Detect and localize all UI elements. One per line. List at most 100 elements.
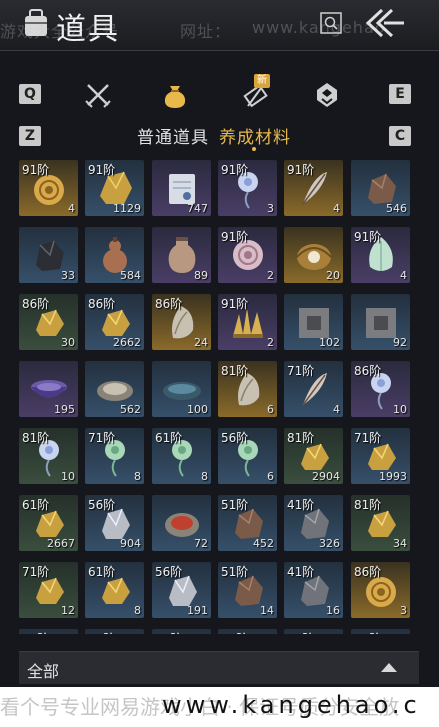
key-hint-e[interactable]: E — [389, 84, 411, 104]
item-count: 584 — [120, 269, 141, 282]
item-slot[interactable]: 61阶 8 — [152, 428, 211, 484]
pouch-icon[interactable] — [160, 80, 190, 110]
item-tier: 91阶 — [287, 163, 315, 177]
item-slot[interactable]: 81阶 — [19, 629, 78, 634]
item-count: 326 — [319, 537, 340, 550]
key-hint-c[interactable]: C — [389, 126, 411, 146]
item-tier: 56阶 — [155, 565, 183, 579]
item-slot[interactable]: 86阶 3 — [351, 562, 410, 618]
item-count: 8 — [134, 604, 141, 617]
search-icon[interactable] — [320, 12, 342, 34]
item-slot[interactable]: 61阶 8 — [85, 562, 144, 618]
item-tier: 71阶 — [354, 431, 382, 445]
item-count: 6 — [267, 470, 274, 483]
item-slot[interactable]: 86阶 — [218, 629, 277, 634]
item-count: 4 — [333, 403, 340, 416]
item-slot[interactable]: 91阶 1129 — [85, 160, 144, 216]
back-icon[interactable] — [362, 6, 406, 40]
item-count: 10 — [61, 470, 75, 483]
tab-cultivation-materials[interactable]: 养成材料 — [219, 123, 291, 148]
item-slot[interactable]: 81阶 10 — [19, 428, 78, 484]
item-slot[interactable]: 61阶 — [152, 629, 211, 634]
item-slot[interactable]: 100 — [152, 361, 211, 417]
item-tier: 56阶 — [88, 498, 116, 512]
item-slot[interactable]: 56阶 904 — [85, 495, 144, 551]
item-slot[interactable]: 91阶 4 — [351, 227, 410, 283]
item-slot[interactable]: 91阶 2 — [218, 227, 277, 283]
item-count: 904 — [120, 537, 141, 550]
key-hint-z[interactable]: Z — [19, 126, 41, 146]
item-tier: 41阶 — [287, 498, 315, 512]
item-slot[interactable]: 102 — [284, 294, 343, 350]
item-slot[interactable]: 81阶 2904 — [284, 428, 343, 484]
gem-icon[interactable] — [312, 80, 342, 110]
item-slot[interactable]: 86阶 30 — [19, 294, 78, 350]
item-tier: 71阶 — [287, 364, 315, 378]
item-tier: 61阶 — [22, 498, 50, 512]
item-slot[interactable]: 41阶 326 — [284, 495, 343, 551]
item-slot[interactable]: 195 — [19, 361, 78, 417]
item-slot[interactable]: 71阶 12 — [19, 562, 78, 618]
item-count: 72 — [194, 537, 208, 550]
item-slot[interactable]: 71阶 — [85, 629, 144, 634]
item-tier: 81阶 — [287, 431, 315, 445]
key-hint-q[interactable]: Q — [19, 84, 41, 104]
item-tier: 51阶 — [221, 565, 249, 579]
item-grid: 91阶 4 91阶 1129 747 91阶 3 91阶 4 546 33 584 89 91阶 2 20 91… — [19, 160, 419, 634]
item-count: 452 — [253, 537, 274, 550]
item-slot[interactable]: 71阶 1993 — [351, 428, 410, 484]
item-slot[interactable]: 33 — [19, 227, 78, 283]
item-slot[interactable]: 61阶 2667 — [19, 495, 78, 551]
item-slot[interactable]: 86阶 2662 — [85, 294, 144, 350]
item-count: 92 — [393, 336, 407, 349]
item-slot[interactable]: 81阶 34 — [351, 495, 410, 551]
item-count: 562 — [120, 403, 141, 416]
filter-bar[interactable]: 全部 — [19, 651, 419, 684]
item-slot[interactable]: 747 — [152, 160, 211, 216]
item-tier: 86阶 — [22, 297, 50, 311]
item-tier: 71阶 — [22, 565, 50, 579]
item-count: 747 — [187, 202, 208, 215]
item-slot[interactable]: 41阶 16 — [284, 562, 343, 618]
item-tier: 86阶 — [88, 297, 116, 311]
item-slot[interactable]: 86阶 24 — [152, 294, 211, 350]
item-slot[interactable]: 51阶 14 — [218, 562, 277, 618]
item-slot[interactable]: 20 — [284, 227, 343, 283]
item-slot[interactable]: 546 — [351, 160, 410, 216]
item-slot[interactable]: 71阶 — [351, 629, 410, 634]
item-count: 1129 — [113, 202, 141, 215]
item-count: 89 — [194, 269, 208, 282]
item-slot[interactable]: 72 — [152, 495, 211, 551]
item-tier: 81阶 — [22, 630, 49, 634]
item-slot[interactable]: 51阶 452 — [218, 495, 277, 551]
item-slot[interactable]: 92 — [351, 294, 410, 350]
up-arrow-icon[interactable] — [381, 663, 397, 672]
item-slot[interactable]: 86阶 10 — [351, 361, 410, 417]
watermark-text: 网址： — [180, 22, 232, 41]
item-count: 12 — [61, 604, 75, 617]
item-slot[interactable]: 81阶 6 — [218, 361, 277, 417]
item-slot[interactable]: 91阶 2 — [218, 294, 277, 350]
item-slot[interactable]: 71阶 4 — [284, 361, 343, 417]
item-count: 30 — [61, 336, 75, 349]
item-slot[interactable]: 71阶 8 — [85, 428, 144, 484]
item-count: 8 — [134, 470, 141, 483]
item-count: 4 — [400, 269, 407, 282]
item-slot[interactable]: 91阶 4 — [19, 160, 78, 216]
item-tier: 91阶 — [221, 230, 249, 244]
item-slot[interactable]: 584 — [85, 227, 144, 283]
item-slot[interactable]: 56阶 191 — [152, 562, 211, 618]
crossed-swords-icon[interactable] — [83, 80, 113, 110]
item-count: 2 — [267, 336, 274, 349]
item-count: 34 — [393, 537, 407, 550]
item-slot[interactable]: 89 — [152, 227, 211, 283]
filter-label: 全部 — [27, 662, 60, 681]
watermark-text: 游戏大全公众号 — [0, 22, 120, 41]
item-slot[interactable]: 91阶 3 — [218, 160, 277, 216]
tab-normal-items[interactable]: 普通道具 — [137, 123, 209, 148]
item-slot[interactable]: 81阶 — [284, 629, 343, 634]
item-slot[interactable]: 56阶 6 — [218, 428, 277, 484]
item-slot[interactable]: 91阶 4 — [284, 160, 343, 216]
item-slot[interactable]: 562 — [85, 361, 144, 417]
item-tier: 56阶 — [221, 431, 249, 445]
